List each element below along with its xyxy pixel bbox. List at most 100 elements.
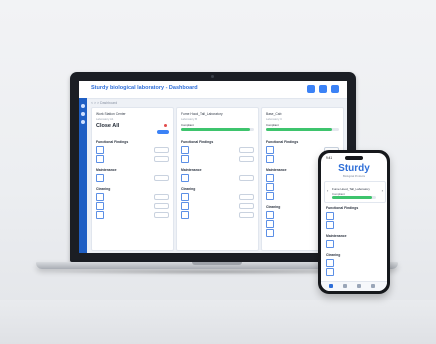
- header-action-button[interactable]: [307, 85, 315, 93]
- status-pill: [239, 194, 254, 200]
- list-item[interactable]: [181, 174, 254, 182]
- spray-icon: [326, 268, 334, 276]
- status-text: Compliant: [266, 123, 279, 127]
- card-subtitle: Laboratory B: [181, 117, 198, 121]
- list-item[interactable]: [326, 221, 382, 229]
- doc-icon: [326, 221, 334, 229]
- section-functional: Functional Findings: [326, 206, 359, 210]
- list-item[interactable]: [181, 211, 254, 219]
- progress-bar: [332, 196, 376, 199]
- laptop-lid: Sturdy biological laboratory - Dashboard…: [70, 72, 356, 262]
- list-item[interactable]: [181, 193, 254, 201]
- logo-subtitle: Biological Products: [342, 175, 366, 178]
- progress-fill: [332, 196, 373, 199]
- bottom-nav: [321, 281, 387, 291]
- progress-fill: [181, 128, 251, 131]
- section-cleaning: Cleaning: [326, 253, 341, 257]
- wrench-icon: [266, 192, 274, 200]
- phone-clock: 9:41: [326, 156, 333, 160]
- wrench-icon: [326, 240, 334, 248]
- list-item[interactable]: [96, 174, 169, 182]
- section-maintenance: Maintenance: [266, 168, 287, 172]
- section-maintenance: Maintenance: [181, 168, 202, 172]
- section-functional: Functional Findings: [96, 140, 129, 144]
- laptop-screen: Sturdy biological laboratory - Dashboard…: [79, 81, 347, 253]
- list-item[interactable]: [96, 211, 169, 219]
- status-pill: [239, 156, 254, 162]
- sidebar-item-icon[interactable]: [81, 120, 85, 124]
- list-item[interactable]: [326, 212, 382, 220]
- list-item[interactable]: [326, 268, 382, 276]
- doc-icon: [266, 155, 274, 163]
- spray-icon: [181, 193, 189, 201]
- list-item[interactable]: [181, 202, 254, 210]
- sidebar-item-icon[interactable]: [81, 112, 85, 116]
- progress-bar: [181, 128, 254, 131]
- card-subtitle: Laboratory C: [266, 117, 283, 121]
- section-functional: Functional Findings: [266, 140, 299, 144]
- section-maintenance: Maintenance: [96, 168, 117, 172]
- section-cleaning: Cleaning: [266, 205, 281, 209]
- card-action-button[interactable]: [157, 130, 169, 134]
- section-functional: Functional Findings: [181, 140, 214, 144]
- page-title: Sturdy biological laboratory - Dashboard: [91, 85, 198, 91]
- progress-bar: [266, 128, 339, 131]
- phone-island: [345, 156, 363, 160]
- card-title: Work Station Center: [96, 112, 126, 116]
- wrench-icon: [266, 174, 274, 182]
- nav-profile-icon[interactable]: [371, 284, 375, 288]
- sidebar: [79, 98, 87, 253]
- header-action-button[interactable]: [319, 85, 327, 93]
- progress-fill: [266, 128, 332, 131]
- spray-icon: [181, 211, 189, 219]
- list-item[interactable]: [326, 259, 382, 267]
- chevron-left-icon[interactable]: ‹: [327, 188, 328, 193]
- status-pill: [239, 203, 254, 209]
- list-item[interactable]: [96, 146, 169, 154]
- spray-icon: [96, 193, 104, 201]
- status-pill: [154, 212, 169, 218]
- status-pill: [239, 175, 254, 181]
- wrench-icon: [96, 174, 104, 182]
- doc-icon: [96, 155, 104, 163]
- chevron-right-icon[interactable]: ›: [382, 188, 383, 193]
- sidebar-home-icon[interactable]: [81, 104, 85, 108]
- nav-list-icon[interactable]: [343, 284, 347, 288]
- spray-icon: [266, 211, 274, 219]
- spray-icon: [266, 229, 274, 237]
- nav-home-icon[interactable]: [329, 284, 333, 288]
- list-item[interactable]: [96, 202, 169, 210]
- list-item[interactable]: [181, 155, 254, 163]
- list-item[interactable]: [96, 193, 169, 201]
- nav-chart-icon[interactable]: [357, 284, 361, 288]
- status-pill: [154, 194, 169, 200]
- wrench-icon: [266, 183, 274, 191]
- phone-screen: 9:41 Sturdy Biological Products ‹ › Fume…: [321, 153, 387, 291]
- station-card[interactable]: Fume Hood_Tall_Laboratory Laboratory B C…: [176, 107, 259, 251]
- spray-icon: [96, 202, 104, 210]
- status-text: Compliant: [181, 123, 194, 127]
- list-item[interactable]: [326, 240, 382, 248]
- spray-icon: [326, 259, 334, 267]
- station-card[interactable]: Work Station Center Laboratory A1 Close …: [91, 107, 174, 251]
- card-title: Base_Cab: [266, 112, 282, 116]
- doc-icon: [96, 146, 104, 154]
- phone: 9:41 Sturdy Biological Products ‹ › Fume…: [318, 150, 390, 294]
- laptop-camera: [211, 75, 214, 78]
- card-title: Fume Hood_Tall_Laboratory: [181, 112, 223, 116]
- status-pill: [154, 147, 169, 153]
- section-cleaning: Cleaning: [96, 187, 111, 191]
- list-item[interactable]: [96, 155, 169, 163]
- app-header: Sturdy biological laboratory - Dashboard: [79, 81, 347, 99]
- status-pill: [154, 156, 169, 162]
- station-card[interactable]: ‹ › Fume Hood_Tall_Laboratory Compliant: [324, 181, 386, 203]
- floor-surface: [0, 300, 436, 344]
- spray-icon: [96, 211, 104, 219]
- status-pill: [239, 147, 254, 153]
- sturdy-logo: Sturdy: [338, 163, 370, 174]
- card-title: Fume Hood_Tall_Laboratory: [332, 187, 370, 191]
- spray-icon: [266, 220, 274, 228]
- list-item[interactable]: [181, 146, 254, 154]
- doc-icon: [326, 212, 334, 220]
- header-action-button[interactable]: [331, 85, 339, 93]
